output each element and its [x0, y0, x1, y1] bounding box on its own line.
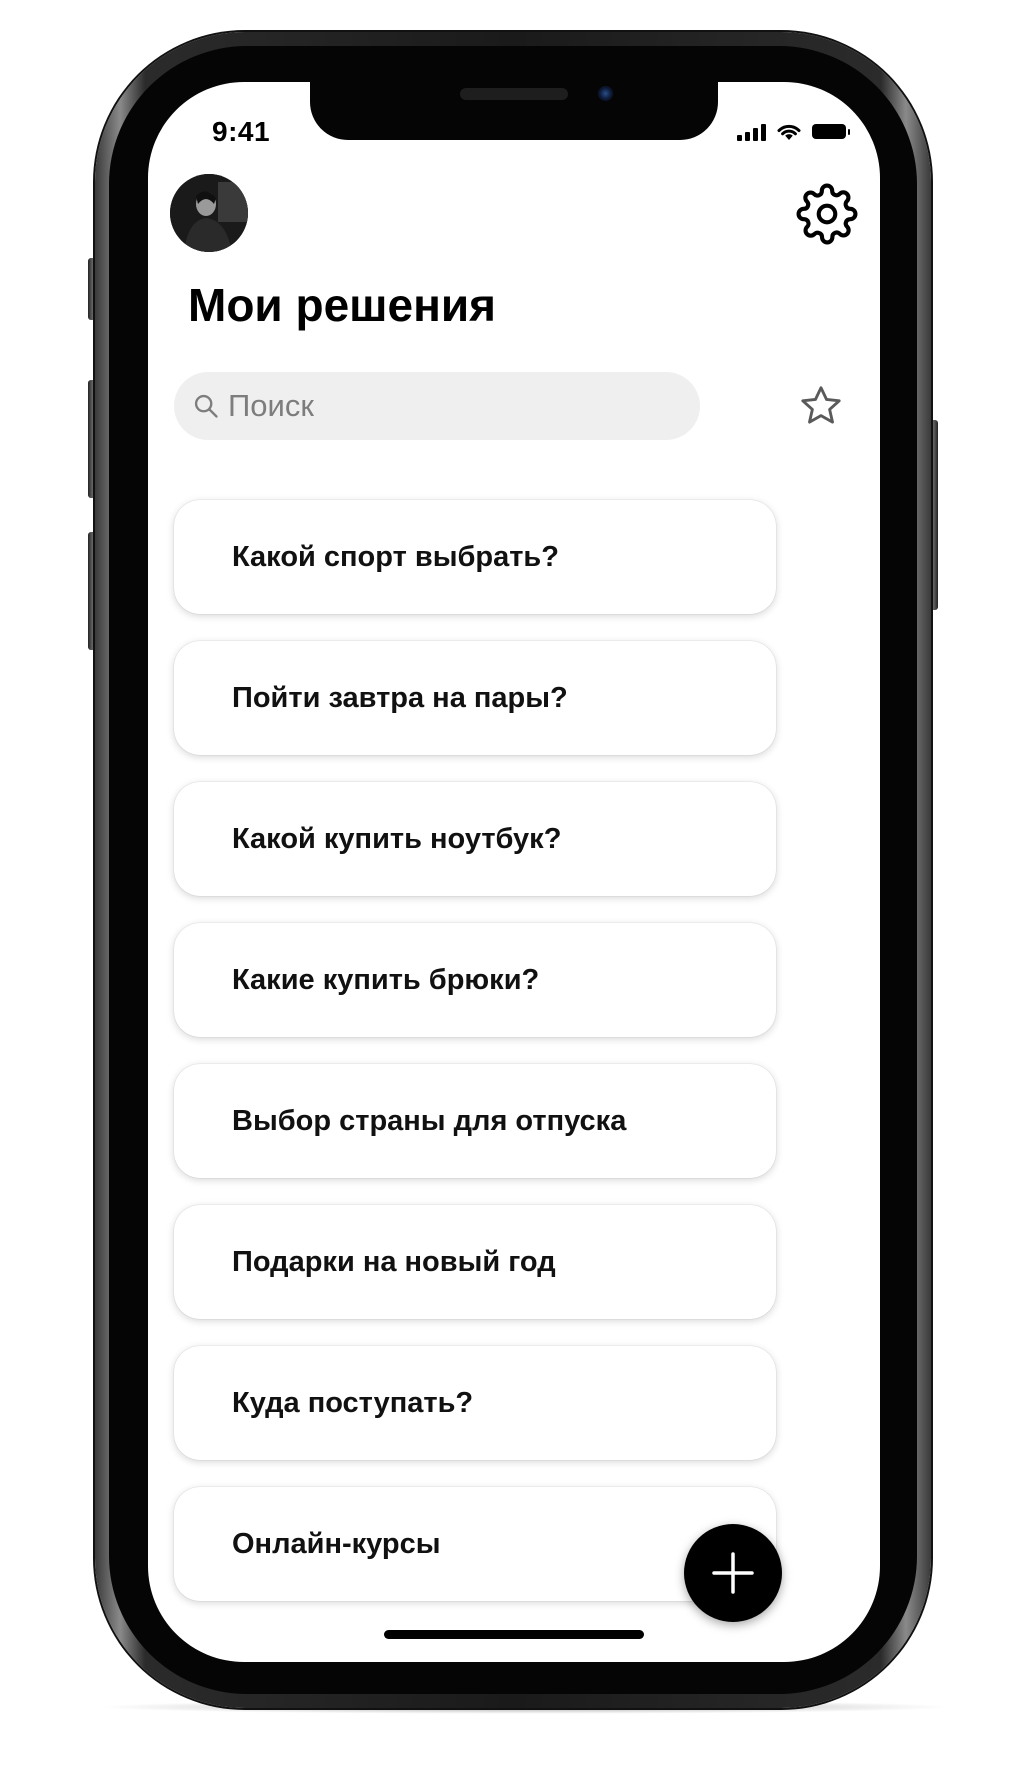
search-input[interactable] — [228, 388, 668, 424]
decision-label: Пойти завтра на пары? — [232, 681, 568, 714]
decision-card[interactable]: Подарки на новый год — [174, 1205, 776, 1319]
star-icon[interactable] — [798, 383, 844, 429]
decision-list: Какой спорт выбрать? Пойти завтра на пар… — [174, 500, 776, 1628]
status-time: 9:41 — [212, 116, 271, 147]
avatar[interactable] — [170, 174, 248, 252]
plus-icon — [712, 1552, 754, 1594]
home-indicator[interactable] — [384, 1630, 644, 1639]
add-decision-button[interactable] — [684, 1524, 782, 1622]
decision-label: Какие купить брюки? — [232, 963, 540, 996]
decision-label: Какой спорт выбрать? — [232, 540, 559, 573]
speaker-grille — [460, 88, 568, 100]
decision-card[interactable]: Куда поступать? — [174, 1346, 776, 1460]
decision-label: Куда поступать? — [232, 1386, 474, 1419]
notch — [310, 82, 718, 140]
decision-card[interactable]: Какой спорт выбрать? — [174, 500, 776, 614]
search-icon — [194, 394, 218, 418]
decision-card[interactable]: Пойти завтра на пары? — [174, 641, 776, 755]
signal-icon — [737, 123, 766, 141]
decision-card[interactable]: Какие купить брюки? — [174, 923, 776, 1037]
decision-label: Онлайн-курсы — [232, 1527, 441, 1560]
page-title: Мои решения — [188, 279, 496, 331]
front-camera — [598, 86, 613, 101]
decision-label: Какой купить ноутбук? — [232, 822, 562, 855]
app-screen: 9:41 Мои решения Поиск Какой спорт выбра… — [148, 82, 880, 1662]
decision-label: Выбор страны для отпуска — [232, 1104, 627, 1137]
decision-label: Подарки на новый год — [232, 1245, 556, 1278]
search-bar[interactable] — [174, 372, 700, 440]
wifi-icon — [777, 124, 801, 140]
battery-icon — [812, 124, 850, 139]
avatar-photo — [170, 174, 248, 252]
gear-icon[interactable] — [796, 183, 858, 245]
decision-card[interactable]: Выбор страны для отпуска — [174, 1064, 776, 1178]
status-icons — [737, 122, 850, 141]
decision-card[interactable]: Какой купить ноутбук? — [174, 782, 776, 896]
